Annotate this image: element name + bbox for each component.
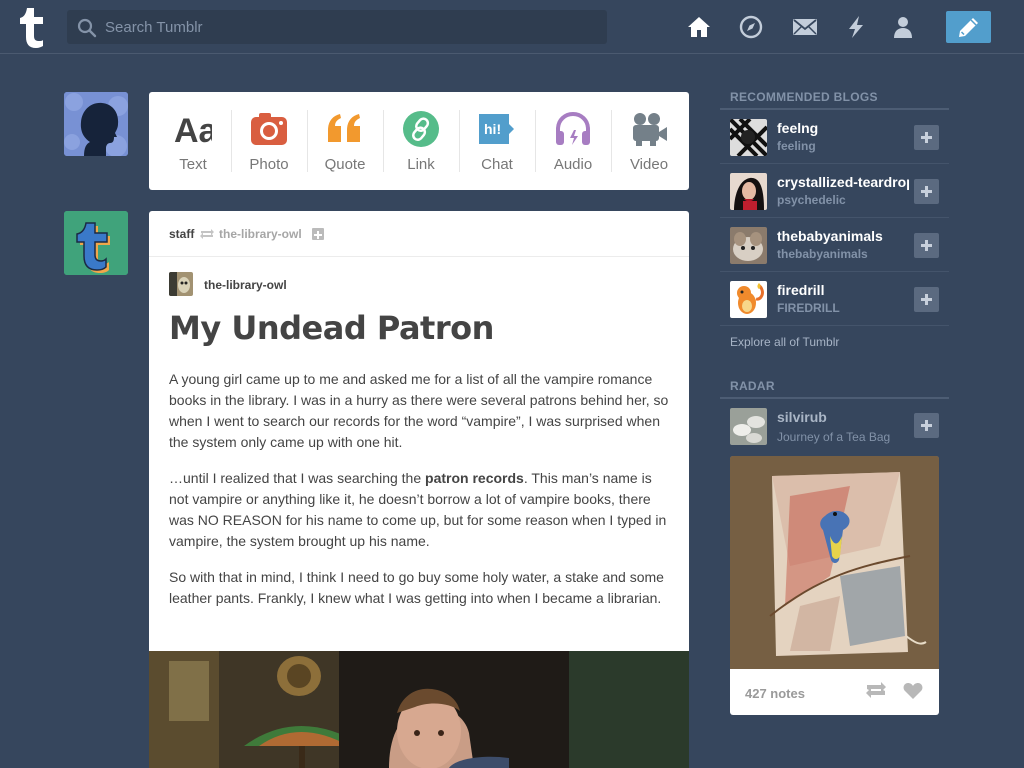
blog-name[interactable]: firedrill [777, 282, 909, 298]
post-type-photo[interactable]: Photo [231, 92, 307, 190]
blog-avatar[interactable] [730, 119, 767, 156]
radar-blog-name[interactable]: silvirub [777, 409, 909, 425]
dashboard-post: staff the-library-owl the-library-owl My… [149, 211, 689, 768]
post-paragraph: A young girl came up to me and asked me … [169, 371, 669, 450]
post-type-text[interactable]: Aa Text [155, 92, 231, 190]
post-type-link[interactable]: Link [383, 92, 459, 190]
blog-avatar[interactable] [730, 173, 767, 210]
radar-post-card: 427 notes [730, 456, 939, 715]
follow-button[interactable] [914, 125, 939, 150]
post-gif-image[interactable] [149, 651, 689, 768]
post-type-label: Chat [481, 156, 513, 173]
blog-subtitle: psychedelic [777, 193, 846, 207]
blog-name[interactable]: thebabyanimals [777, 228, 909, 244]
staff-avatar[interactable] [64, 211, 128, 275]
follow-button[interactable] [914, 233, 939, 258]
post-type-chat[interactable]: hi! Chat [459, 92, 535, 190]
blog-name[interactable]: feelng [777, 120, 909, 136]
post-header: staff the-library-owl [149, 211, 689, 257]
reblogger-link[interactable]: staff [169, 227, 194, 241]
tumblr-staff-logo-icon [64, 211, 128, 275]
recommended-blogs-heading: RECOMMENDED BLOGS [730, 90, 878, 104]
blog-avatar[interactable] [730, 281, 767, 318]
heart-like-icon[interactable] [903, 682, 923, 700]
pencil-icon [959, 18, 978, 37]
search-icon [77, 18, 97, 38]
follow-button[interactable] [914, 179, 939, 204]
post-paragraph: So with that in mind, I think I need to … [169, 569, 664, 606]
home-icon[interactable] [686, 14, 712, 40]
recommended-blog-item[interactable]: firedrill FIREDRILL [720, 272, 949, 326]
post-type-quote[interactable]: Quote [307, 92, 383, 190]
follow-button[interactable] [914, 413, 939, 438]
reblog-icon [200, 229, 214, 239]
video-camera-icon [633, 113, 667, 146]
post-title: My Undead Patron [169, 309, 494, 347]
reblog-icon[interactable] [865, 681, 887, 699]
post-body: A young girl came up to me and asked me … [169, 369, 669, 624]
post-type-label: Video [629, 156, 669, 173]
explore-all-link[interactable]: Explore all of Tumblr [730, 335, 839, 349]
author-name-link[interactable]: the-library-owl [204, 278, 287, 292]
svg-text:Aa: Aa [174, 112, 212, 148]
activity-lightning-icon[interactable] [843, 14, 869, 40]
post-type-label: Link [407, 156, 435, 173]
radar-post-image[interactable] [730, 456, 939, 669]
blog-avatar[interactable] [730, 408, 767, 445]
follow-button[interactable] [914, 287, 939, 312]
search-input[interactable] [105, 10, 595, 44]
blog-subtitle: FIREDRILL [777, 301, 840, 315]
camera-icon [251, 113, 287, 145]
svg-text:hi!: hi! [484, 121, 501, 137]
author-avatar[interactable] [169, 272, 193, 296]
post-type-label: Audio [553, 156, 593, 173]
radar-heading: RADAR [730, 379, 775, 393]
source-blog-link[interactable]: the-library-owl [219, 227, 302, 241]
inbox-mail-icon[interactable] [792, 14, 818, 40]
blog-subtitle: thebabyanimals [777, 247, 868, 261]
notes-count[interactable]: 427 notes [745, 686, 805, 701]
account-person-icon[interactable] [890, 14, 916, 40]
post-type-video[interactable]: Video [611, 92, 687, 190]
radar-blog-subtitle: Journey of a Tea Bag [777, 430, 891, 444]
explore-compass-icon[interactable] [738, 14, 764, 40]
post-type-audio[interactable]: Audio [535, 92, 611, 190]
post-type-label: Text [179, 156, 207, 173]
post-type-label: Photo [249, 156, 289, 173]
user-avatar[interactable] [64, 92, 128, 156]
tumblr-logo-icon[interactable] [16, 6, 50, 48]
post-type-bar: Aa Text Photo Quote Link hi! Chat Audio … [149, 92, 689, 190]
post-paragraph: …until I realized that I was searching t… [169, 470, 667, 549]
quote-icon [328, 114, 360, 142]
headphones-icon [556, 111, 590, 145]
radar-blog-item[interactable]: silvirub Journey of a Tea Bag [720, 399, 949, 453]
user-avatar-image [64, 92, 128, 156]
recommended-blog-item[interactable]: feelng feeling [720, 110, 949, 164]
recommended-blog-item[interactable]: crystallized-teardrops psychedelic [720, 164, 949, 218]
chat-icon: hi! [479, 114, 514, 144]
post-type-label: Quote [324, 156, 366, 173]
blog-name[interactable]: crystallized-teardrops [777, 174, 909, 190]
blog-avatar[interactable] [730, 227, 767, 264]
search-box[interactable] [67, 10, 607, 44]
top-navigation-bar [0, 0, 1024, 54]
link-icon [403, 111, 439, 147]
follow-plus-icon[interactable] [312, 228, 324, 240]
compose-post-button[interactable] [946, 11, 991, 43]
recommended-blog-item[interactable]: thebabyanimals thebabyanimals [720, 218, 949, 272]
blog-subtitle: feeling [777, 139, 816, 153]
text-aa-icon: Aa [174, 112, 212, 148]
